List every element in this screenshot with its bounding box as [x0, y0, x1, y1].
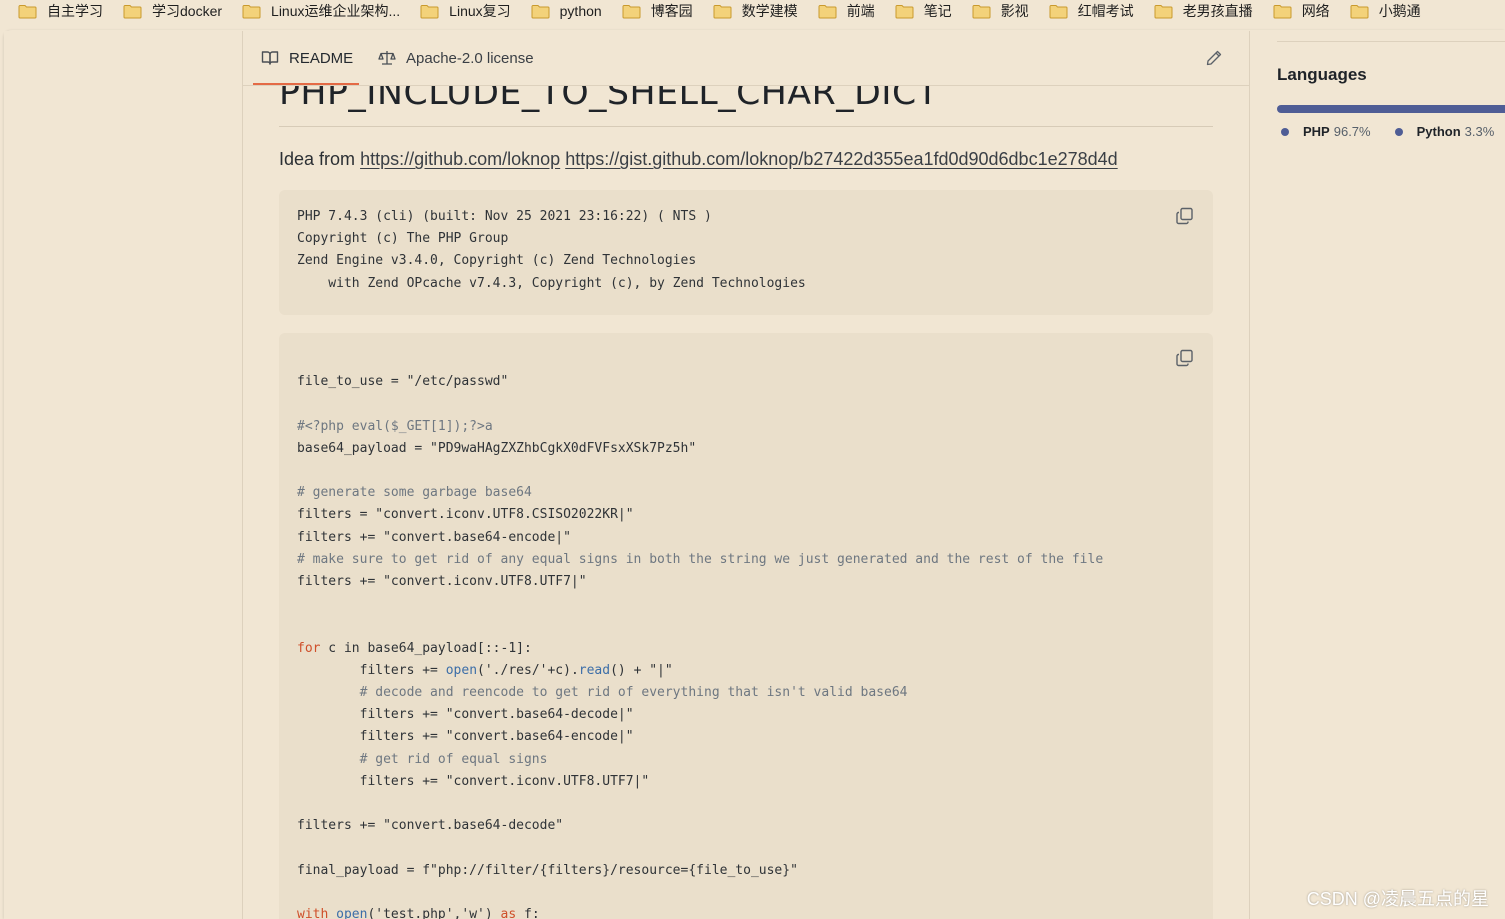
edit-readme-button[interactable] [1205, 49, 1223, 67]
bookmark-folder[interactable]: 学习docker [123, 1, 222, 21]
language-percent: 3.3% [1464, 124, 1495, 139]
readme-panel: PHP_INCLUDE_TO_SHELL_CHAR_DICT Idea from… [243, 31, 1250, 919]
language-item[interactable]: Python 3.3% [1394, 124, 1495, 139]
bookmark-folder[interactable]: 影视 [972, 1, 1029, 21]
folder-icon [1154, 4, 1173, 19]
bookmark-folder[interactable]: 网络 [1273, 1, 1330, 21]
bookmark-label: 笔记 [923, 3, 952, 19]
loknop-link[interactable]: https://github.com/loknop [360, 149, 560, 169]
copy-code-button[interactable] [1175, 206, 1195, 226]
folder-icon [1273, 4, 1292, 19]
bookmark-label: 学习docker [152, 3, 223, 19]
folder-icon [1049, 4, 1068, 19]
book-icon [261, 49, 279, 67]
languages-title: Languages [1277, 65, 1367, 84]
language-list: PHP 96.7% Python 3.3% [1281, 124, 1505, 139]
folder-icon [713, 4, 732, 19]
bookmark-label: 自主学习 [47, 3, 103, 19]
language-dot-icon [1281, 127, 1289, 136]
left-pane [4, 31, 243, 919]
folder-icon [818, 4, 837, 19]
language-percent: 96.7% [1333, 124, 1371, 139]
heading-divider [279, 126, 1213, 127]
tab-readme[interactable]: README [261, 49, 353, 67]
bookmark-folder[interactable]: 老男孩直播 [1154, 1, 1253, 21]
copy-code-button-2[interactable] [1175, 348, 1195, 368]
readme-tabs: README Apache-2.0 license [243, 31, 1249, 86]
law-scale-icon [378, 49, 396, 67]
bookmark-folder[interactable]: Linux复习 [420, 1, 511, 21]
bookmark-folder[interactable]: python [531, 3, 602, 19]
bookmark-folder[interactable]: 红帽考试 [1049, 1, 1134, 21]
language-item[interactable]: PHP 96.7% [1281, 124, 1371, 139]
bookmark-folder[interactable]: 笔记 [895, 1, 952, 21]
language-name: PHP [1303, 124, 1330, 139]
bookmark-folder[interactable]: 博客园 [622, 1, 693, 21]
tab-license-label: Apache-2.0 license [406, 49, 534, 67]
language-bar-segment [1277, 105, 1498, 113]
folder-icon [1350, 4, 1369, 19]
bookmarks-bar: 自主学习 学习docker Linux运维企业架构... Linux复习 python 博… [0, 0, 1505, 22]
gist-link[interactable]: https://gist.github.com/loknop/b27422d35… [565, 149, 1117, 169]
sidebar-divider [1277, 41, 1505, 42]
folder-icon [18, 4, 37, 19]
folder-icon [972, 4, 991, 19]
bookmark-label: 红帽考试 [1077, 3, 1134, 19]
language-dot-icon [1394, 127, 1403, 136]
folder-icon [123, 4, 142, 19]
repo-sidebar: Languages PHP 96.7% Python 3.3% [1250, 31, 1505, 919]
bookmark-folder[interactable]: 自主学习 [18, 1, 103, 21]
bookmark-label: Linux复习 [449, 3, 511, 19]
language-bar [1277, 105, 1505, 113]
language-name: Python [1416, 124, 1461, 139]
folder-icon [895, 4, 914, 19]
idea-line: Idea from https://github.com/loknop http… [279, 149, 1118, 170]
active-tab-indicator [253, 83, 359, 85]
tab-license[interactable]: Apache-2.0 license [378, 49, 534, 67]
folder-icon [242, 4, 261, 19]
tab-readme-label: README [289, 49, 354, 67]
bookmark-label: 影视 [1000, 3, 1029, 19]
folder-icon [531, 4, 550, 19]
bookmark-label: 老男孩直播 [1182, 3, 1253, 19]
copy-icon [1176, 207, 1193, 225]
php-version-code-block: PHP 7.4.3 (cli) (built: Nov 25 2021 23:1… [279, 190, 1213, 315]
bookmark-folder[interactable]: Linux运维企业架构... [242, 1, 400, 21]
bookmark-label: Linux运维企业架构... [271, 3, 401, 19]
bookmark-label: 网络 [1301, 3, 1330, 19]
bookmark-folder[interactable]: 数学建模 [713, 1, 798, 21]
pencil-icon [1206, 50, 1222, 66]
bookmark-label: 小鹅通 [1378, 3, 1421, 19]
bookmark-label: python [559, 3, 602, 19]
copy-icon [1176, 349, 1193, 367]
bookmark-label: 数学建模 [741, 3, 798, 19]
python-script-code-block: file_to_use = "/etc/passwd" #<?php eval(… [279, 333, 1213, 919]
csdn-watermark: CSDN @凌晨五点的星 [1306, 889, 1489, 909]
language-bar-segment [1497, 105, 1505, 113]
bookmark-folder[interactable]: 小鹅通 [1350, 1, 1421, 21]
bookmark-folder[interactable]: 前端 [818, 1, 875, 21]
idea-prefix: Idea from [279, 149, 356, 169]
folder-icon [622, 4, 641, 19]
bookmark-label: 博客园 [650, 3, 693, 19]
bookmark-label: 前端 [846, 3, 875, 19]
folder-icon [420, 4, 439, 19]
